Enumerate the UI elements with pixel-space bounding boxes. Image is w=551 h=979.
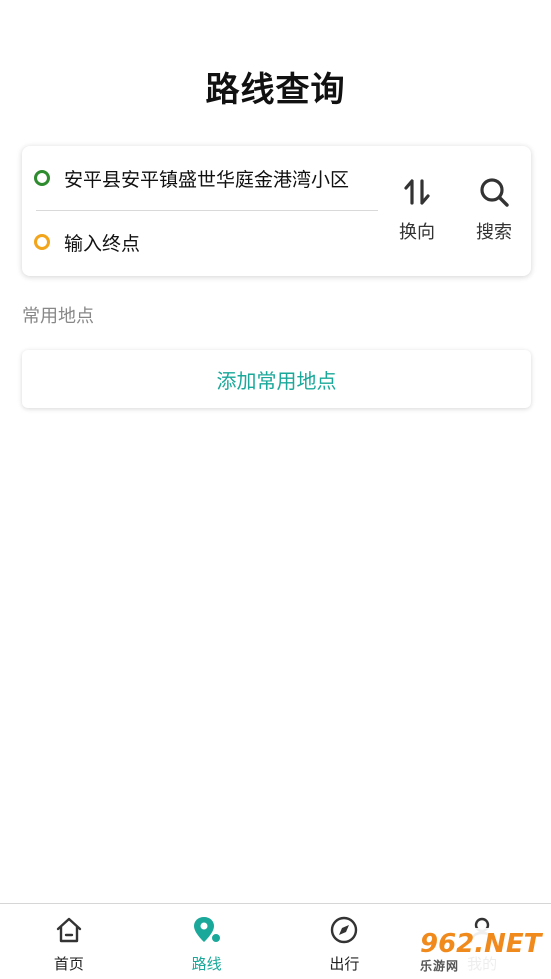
search-label: 搜索 bbox=[476, 222, 512, 243]
start-location-text: 安平县安平镇盛世华庭金港湾小区 bbox=[64, 168, 350, 191]
end-dot-icon bbox=[34, 234, 50, 250]
end-location-placeholder: 输入终点 bbox=[64, 232, 141, 255]
swap-button[interactable]: 换向 bbox=[387, 174, 447, 246]
route-query-screen: 路线查询 安平县安平镇盛世华庭金港湾小区 输入终点 换向 搜索 常用地点 添加常… bbox=[0, 0, 551, 979]
start-dot-icon bbox=[34, 170, 50, 186]
tab-travel[interactable]: 出行 bbox=[276, 904, 414, 979]
favorites-section-label: 常用地点 bbox=[22, 306, 94, 327]
end-location-row[interactable]: 输入终点 bbox=[34, 218, 379, 266]
watermark-brand: 962.NET bbox=[420, 931, 549, 957]
swap-label: 换向 bbox=[399, 222, 435, 243]
watermark-brand-text: 962.NET bbox=[420, 928, 542, 959]
add-favorite-label: 添加常用地点 bbox=[216, 368, 337, 393]
swap-arrows-icon bbox=[399, 174, 435, 210]
tab-route[interactable]: 路线 bbox=[138, 904, 276, 979]
watermark-sub: 乐游网 bbox=[420, 958, 460, 973]
route-divider bbox=[36, 210, 378, 211]
start-location-row[interactable]: 安平县安平镇盛世华庭金港湾小区 bbox=[34, 154, 379, 202]
page-title: 路线查询 bbox=[205, 70, 346, 110]
add-favorite-button[interactable]: 添加常用地点 bbox=[22, 350, 531, 408]
tab-travel-label: 出行 bbox=[329, 955, 360, 973]
route-pin-icon bbox=[191, 914, 223, 946]
route-input-card: 安平县安平镇盛世华庭金港湾小区 输入终点 换向 搜索 bbox=[22, 146, 531, 276]
watermark-logo: 962.NET 乐游网 bbox=[412, 928, 549, 976]
tab-home-label: 首页 bbox=[53, 955, 84, 973]
compass-icon bbox=[328, 914, 360, 946]
tab-route-label: 路线 bbox=[191, 955, 222, 973]
tab-home[interactable]: 首页 bbox=[0, 904, 138, 979]
home-icon bbox=[53, 914, 85, 946]
search-icon bbox=[476, 174, 512, 210]
search-button[interactable]: 搜索 bbox=[464, 174, 524, 246]
